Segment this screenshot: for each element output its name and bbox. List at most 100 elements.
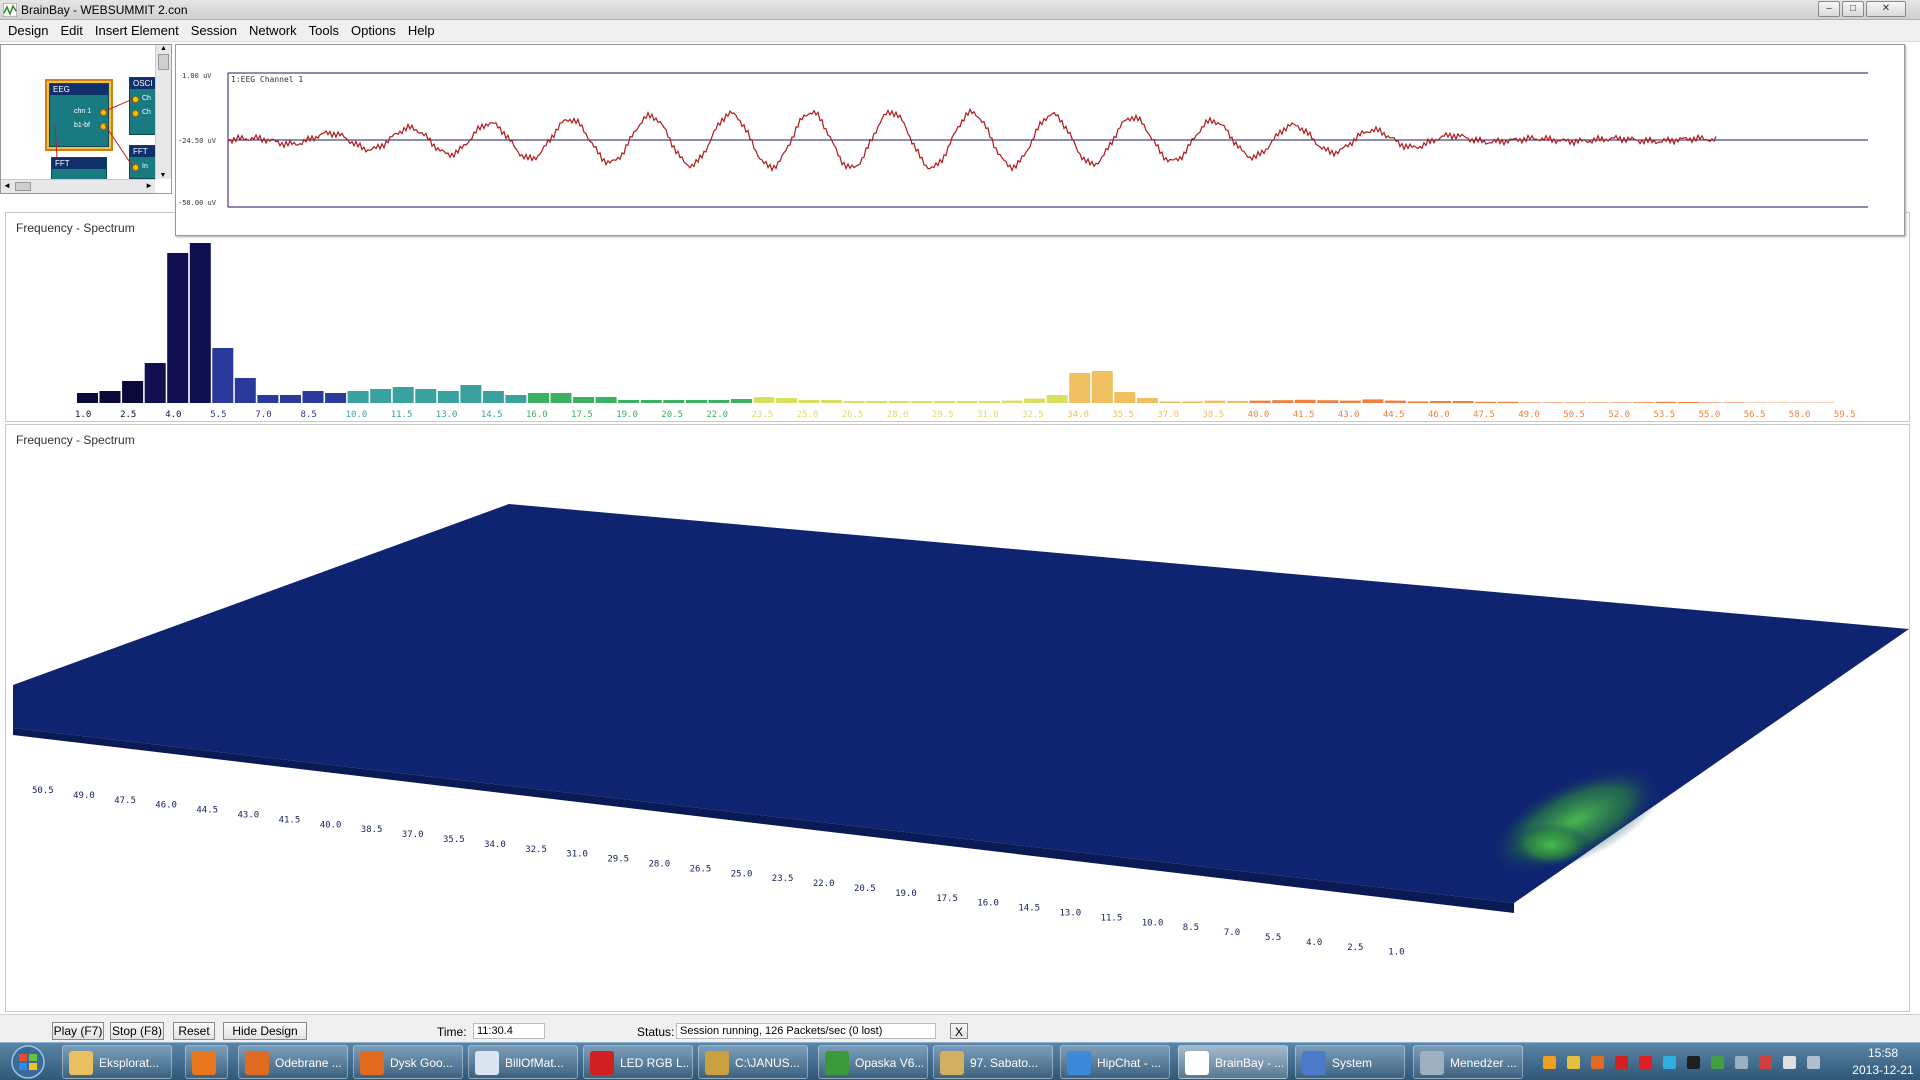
horizontal-scroll-thumb[interactable] [15,182,31,191]
spectrum-3d-freq-label: 14.5 [1018,904,1040,914]
spectrum-bar [1700,402,1722,403]
spectrum-bar [1430,401,1451,403]
taskbar-button[interactable]: Eksplorat... [62,1045,172,1079]
stop-button[interactable]: Stop (F8) [110,1022,164,1040]
time-field: 11:30.4 [473,1023,545,1039]
taskbar-button[interactable] [185,1045,228,1079]
security-tray-icon[interactable] [1711,1056,1724,1069]
task-manager-icon [1420,1051,1444,1075]
scroll-right-arrow[interactable]: ► [145,181,153,190]
design-panel[interactable]: EEG chn 1 b1-bf OSCI Ch Ch FFT In FFT ▲ … [0,44,172,194]
oscilloscope-panel: 1:EEG Channel 1 1.00 uV -24.50 uV -50.00… [175,44,1905,236]
menu-design[interactable]: Design [2,20,54,41]
spectrum-bar [640,400,662,403]
pdf-tray-icon[interactable] [1615,1056,1628,1069]
menu-edit[interactable]: Edit [54,20,88,41]
volume-tray-icon[interactable] [1807,1056,1820,1069]
spectrum-bar [753,397,775,403]
spectrum-bar-chart: 1.0 2.5 4.0 5.5 7.0 8.5 10.0 11.5 13.0 14.5 16.0 17… [75,243,1856,420]
taskbar-button[interactable]: Dysk Goo... [353,1045,463,1079]
minimize-button[interactable]: – [1818,1,1840,17]
spectrum-bar [1452,401,1474,403]
clock-date[interactable]: 2013-12-21 [1848,1063,1918,1077]
menu-help[interactable]: Help [402,20,441,41]
scroll-down-arrow[interactable]: ▼ [156,172,170,179]
spectrum-bar [415,389,437,403]
spectrum-bar [528,393,549,403]
taskbar-button[interactable]: Menedżer ... [1413,1045,1523,1079]
spectrum-bar [1723,402,1745,403]
spectrum-3d-freq-label: 2.5 [1347,943,1363,953]
spectrum-freq-label: 49.0 [1518,410,1540,420]
taskbar-button[interactable]: BrainBay - ... [1178,1045,1288,1079]
winamp-icon [940,1051,964,1075]
vertical-scroll-thumb[interactable] [158,54,169,70]
spectrum-bar [550,393,572,403]
menu-session[interactable]: Session [185,20,243,41]
play-button[interactable]: Play (F7) [52,1022,104,1040]
spectrum-3d-freq-label: 7.0 [1224,928,1240,938]
app-tray-icon[interactable] [1591,1056,1604,1069]
taskbar-button-label: System [1332,1056,1373,1070]
monitor-tray-icon[interactable] [1687,1056,1700,1069]
hide-design-button[interactable]: Hide Design [223,1022,307,1040]
opera-tray-icon[interactable] [1639,1056,1652,1069]
taskbar: Eksplorat... Odebrane ... Dysk Goo... BillO… [0,1042,1920,1080]
spectrum-3d-freq-label: 23.5 [772,874,794,884]
menu-tools[interactable]: Tools [303,20,345,41]
y-label-mid: -24.50 uV [178,137,217,145]
spectrum-freq-label: 58.0 [1789,410,1811,420]
close-status-button[interactable]: X [950,1023,968,1039]
taskbar-button[interactable]: Opaska V6... [818,1045,928,1079]
scroll-up-arrow[interactable]: ▲ [156,45,171,52]
brainbay-icon [1185,1051,1209,1075]
taskbar-button[interactable]: HipChat - ... [1060,1045,1170,1079]
spectrum-bar [979,401,1000,403]
menu-insert-element[interactable]: Insert Element [89,20,185,41]
taskbar-button[interactable]: BillOfMat... [468,1045,578,1079]
spectrum-bar [1542,402,1564,403]
spectrum-bar [663,400,685,403]
start-button[interactable] [2,1044,54,1080]
clock-time[interactable]: 15:58 [1848,1046,1918,1060]
chat-tray-icon[interactable] [1543,1056,1556,1069]
horizontal-scrollbar[interactable]: ◄ ► [1,179,155,193]
scroll-left-arrow[interactable]: ◄ [3,181,11,190]
spectrum-3d-freq-label: 26.5 [690,864,712,874]
pads-icon [825,1051,849,1075]
maximize-button[interactable]: □ [1842,1,1864,17]
spectrum-3d-freq-label: 16.0 [977,899,999,909]
spectrum-bar [144,363,166,403]
spectrum-freq-label: 8.5 [301,410,317,420]
spectrum-bar [685,400,707,403]
vertical-scrollbar[interactable]: ▲ ▼ [155,45,171,179]
taskbar-button[interactable]: System [1295,1045,1405,1079]
taskbar-button[interactable]: Odebrane ... [238,1045,348,1079]
pads-tray-icon[interactable] [1567,1056,1580,1069]
eeg-oscilloscope-plot: 1:EEG Channel 1 1.00 uV -24.50 uV -50.00… [178,72,1868,208]
sync-tray-icon[interactable] [1663,1056,1676,1069]
warning-tray-icon[interactable] [1759,1056,1772,1069]
spectrum-freq-label: 1.0 [75,410,91,420]
spectrum-freq-label: 11.5 [391,410,413,420]
spectrum-bar [1024,398,1046,403]
menu-network[interactable]: Network [243,20,303,41]
spectrum-bar [1655,401,1677,403]
firefox-icon [360,1051,384,1075]
taskbar-button[interactable]: C:\JANUS... [698,1045,808,1079]
frequency-spectrum-3d-panel: Frequency - Spectrum 50.5 49.0 47.5 46.0 44.… [5,424,1910,1012]
taskbar-button[interactable]: LED RGB L... [583,1045,693,1079]
spectrum-freq-label: 35.5 [1112,410,1134,420]
reset-button[interactable]: Reset [173,1022,215,1040]
spectrum-freq-label: 44.5 [1383,410,1405,420]
spectrum-3d-freq-label: 34.0 [484,840,506,850]
spectrum-bar [302,391,324,403]
signal-tray-icon[interactable] [1783,1056,1796,1069]
taskbar-button[interactable]: 97. Sabato... [933,1045,1053,1079]
spectrum-freq-label: 10.0 [346,410,368,420]
menu-options[interactable]: Options [345,20,402,41]
network-tray-icon[interactable] [1735,1056,1748,1069]
close-button[interactable]: ✕ [1866,1,1906,17]
spectrum-freq-label: 23.5 [752,410,774,420]
spectrum-3d-freq-label: 46.0 [155,801,177,811]
